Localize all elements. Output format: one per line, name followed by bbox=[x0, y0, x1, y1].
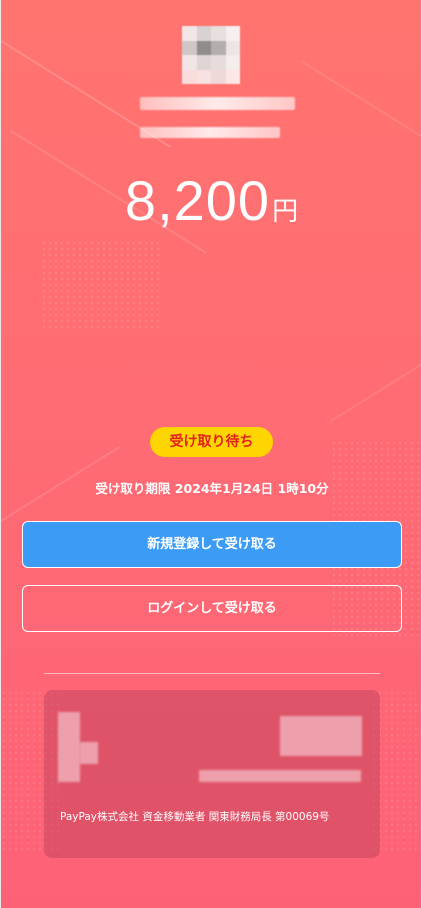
decor-streak bbox=[300, 60, 421, 147]
divider bbox=[44, 673, 380, 674]
amount-value: 8,200 bbox=[124, 169, 271, 232]
status-badge: 受け取り待ち bbox=[150, 427, 273, 457]
redacted-block bbox=[280, 716, 362, 756]
sender-name-redacted bbox=[140, 97, 295, 110]
receive-deadline: 受け取り期限 2024年1月24日 1時10分 bbox=[1, 478, 421, 497]
redacted-block bbox=[199, 770, 361, 782]
decor-dots bbox=[41, 240, 161, 330]
decor-streak bbox=[330, 356, 421, 422]
deadline-label: 受け取り期限 bbox=[95, 481, 171, 496]
login-and-receive-button[interactable]: ログインして受け取る bbox=[22, 585, 402, 632]
sender-message-redacted bbox=[140, 127, 280, 138]
amount-display: 8,200円 bbox=[1, 168, 421, 233]
sender-avatar bbox=[182, 26, 240, 84]
deadline-datetime: 2024年1月24日 1時10分 bbox=[174, 481, 329, 496]
register-and-receive-button[interactable]: 新規登録して受け取る bbox=[22, 521, 402, 568]
info-card: PayPay株式会社 資金移動業者 関東財務局長 第00069号 bbox=[44, 690, 380, 858]
receive-money-screen: 8,200円 受け取り待ち 受け取り期限 2024年1月24日 1時10分 新規… bbox=[0, 0, 422, 908]
company-registration-text: PayPay株式会社 資金移動業者 関東財務局長 第00069号 bbox=[60, 811, 330, 823]
redacted-block bbox=[58, 712, 80, 782]
amount-unit: 円 bbox=[272, 197, 300, 227]
redacted-block bbox=[80, 742, 98, 764]
